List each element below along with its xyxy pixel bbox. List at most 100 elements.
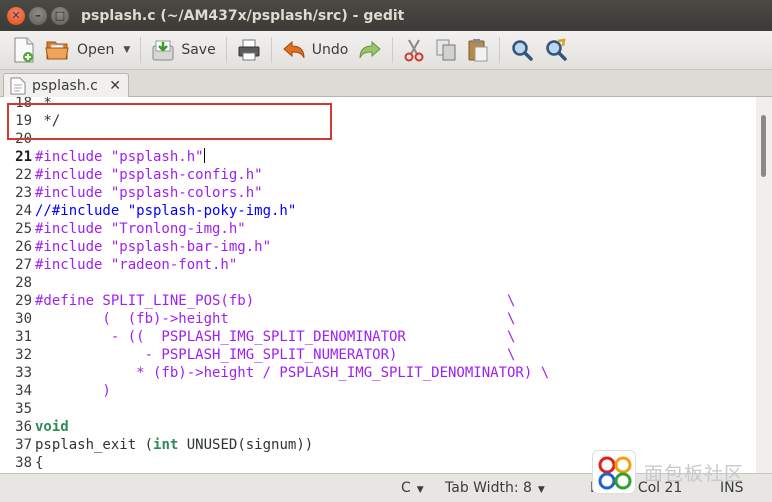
vertical-scrollbar[interactable]	[756, 97, 772, 473]
search-icon	[512, 40, 534, 61]
save-button[interactable]: Save	[146, 34, 220, 66]
open-recent-chevron-icon[interactable]: ▼	[123, 45, 130, 55]
code-line[interactable]: 25 #include "Tronlong-img.h"	[0, 220, 246, 238]
toolbar-separator	[392, 37, 394, 63]
code-token: )	[35, 383, 111, 399]
line-number: 34	[15, 383, 32, 399]
find-button[interactable]	[505, 34, 539, 66]
code-token: "psplash-bar-img.h"	[110, 239, 272, 255]
toolbar-separator	[140, 37, 142, 63]
printer-icon	[238, 39, 260, 61]
watermark: 面包板社区	[592, 447, 772, 497]
code-line[interactable]: 35	[0, 400, 35, 418]
text-cursor	[203, 148, 205, 163]
new-document-button[interactable]	[8, 34, 40, 66]
line-number: 36	[15, 419, 32, 435]
replace-button[interactable]	[539, 34, 573, 66]
code-token: #include	[35, 239, 111, 255]
language-selector[interactable]: C ▼	[401, 480, 424, 496]
undo-arrow-icon	[282, 40, 305, 59]
code-token: #include	[35, 149, 111, 165]
code-token: void	[35, 419, 69, 435]
maximize-window-button[interactable]: □	[51, 6, 69, 25]
scissors-icon	[404, 39, 424, 62]
code-token: #include	[35, 221, 111, 237]
window-title: psplash.c (~/AM437x/psplash/src) - gedit	[81, 7, 405, 24]
toolbar-separator	[499, 37, 501, 63]
undo-button-label: Undo	[311, 42, 349, 58]
watermark-logo-icon	[592, 450, 636, 494]
chevron-down-icon: ▼	[416, 485, 424, 495]
code-line[interactable]: 36 void	[0, 418, 69, 436]
close-window-button[interactable]: ✕	[7, 6, 25, 25]
code-token: "radeon-font.h"	[110, 257, 238, 273]
document-tab-bar: psplash.c ✕	[0, 70, 772, 98]
line-number: 29	[15, 293, 32, 309]
code-line[interactable]: 27 #include "radeon-font.h"	[0, 256, 237, 274]
tab-width-label: Tab Width: 8	[445, 480, 532, 496]
tab-width-selector[interactable]: Tab Width: 8 ▼	[445, 480, 545, 496]
code-token: "psplash-colors.h"	[110, 185, 263, 201]
code-token: - (( PSPLASH_IMG_SPLIT_DENOMINATOR \	[35, 329, 516, 345]
code-token: #include	[35, 167, 111, 183]
open-button-label: Open	[77, 42, 115, 58]
minimize-window-button[interactable]: –	[29, 6, 47, 25]
save-icon	[152, 40, 174, 61]
line-number: 35	[15, 401, 32, 417]
code-line[interactable]: 24//#include "psplash-poky-img.h"	[0, 202, 296, 220]
code-line[interactable]: 29 #define SPLIT_LINE_POS(fb) \	[0, 292, 515, 310]
redo-button[interactable]	[353, 34, 387, 66]
copy-icon	[436, 39, 456, 61]
scrollbar-thumb[interactable]	[761, 115, 766, 177]
line-number: 24	[15, 203, 32, 219]
line-number: 23	[15, 185, 32, 201]
tab-psplash-c[interactable]: psplash.c ✕	[3, 73, 129, 98]
line-number: 27	[15, 257, 32, 273]
code-line[interactable]: 34 )	[0, 382, 111, 400]
code-line[interactable]: 33 * (fb)->height / PSPLASH_IMG_SPLIT_DE…	[0, 364, 549, 382]
redo-arrow-icon	[359, 40, 382, 59]
code-token: #include	[35, 257, 111, 273]
code-token: psplash_exit (	[35, 437, 154, 453]
code-token: - PSPLASH_IMG_SPLIT_NUMERATOR) \	[35, 347, 516, 363]
print-button[interactable]	[232, 34, 266, 66]
language-label: C	[401, 480, 411, 496]
open-button[interactable]: Open ▼	[40, 34, 135, 66]
undo-button[interactable]: Undo	[277, 34, 354, 66]
highlight-annotation-box	[7, 103, 332, 140]
title-bar: ✕ – □ psplash.c (~/AM437x/psplash/src) -…	[0, 0, 772, 31]
line-number: 32	[15, 347, 32, 363]
code-line[interactable]: 31 - (( PSPLASH_IMG_SPLIT_DENOMINATOR \	[0, 328, 515, 346]
line-number: 38	[15, 455, 32, 471]
code-line[interactable]: 26 #include "psplash-bar-img.h"	[0, 238, 271, 256]
cut-button[interactable]	[398, 34, 430, 66]
copy-button[interactable]	[430, 34, 462, 66]
line-number: 26	[15, 239, 32, 255]
line-number: 21	[15, 149, 32, 165]
paste-button[interactable]	[462, 34, 494, 66]
tab-label: psplash.c	[32, 78, 98, 94]
code-line[interactable]: 28	[0, 274, 35, 292]
code-token: "Tronlong-img.h"	[110, 221, 246, 237]
toolbar: Open ▼ Save Undo	[0, 31, 772, 70]
watermark-text: 面包板社区	[644, 462, 745, 485]
code-line[interactable]: 32 - PSPLASH_IMG_SPLIT_NUMERATOR) \	[0, 346, 515, 364]
toolbar-separator	[225, 37, 227, 63]
save-button-label: Save	[181, 42, 216, 58]
new-document-icon	[14, 37, 34, 63]
toolbar-separator	[270, 37, 272, 63]
close-tab-icon[interactable]: ✕	[109, 78, 121, 94]
code-line[interactable]: 22 #include "psplash-config.h"	[0, 166, 262, 184]
code-token: {	[35, 455, 44, 471]
code-line[interactable]: 23 #include "psplash-colors.h"	[0, 184, 263, 202]
code-editor[interactable]: 18 * 19 */20 21 #include "psplash.h" 22 #incl…	[0, 97, 756, 473]
code-line[interactable]: 30 ( (fb)->height \	[0, 310, 515, 328]
code-token: #define SPLIT_LINE_POS(fb) \	[35, 293, 516, 309]
code-line[interactable]: 21 #include "psplash.h"	[0, 148, 205, 166]
line-number: 22	[15, 167, 32, 183]
code-line[interactable]: 37 psplash_exit (int UNUSED(signum))	[0, 436, 313, 454]
code-line[interactable]: 38{	[0, 454, 43, 472]
chevron-down-icon: ▼	[537, 485, 545, 495]
line-number: 37	[15, 437, 32, 453]
code-token: int	[153, 437, 179, 453]
